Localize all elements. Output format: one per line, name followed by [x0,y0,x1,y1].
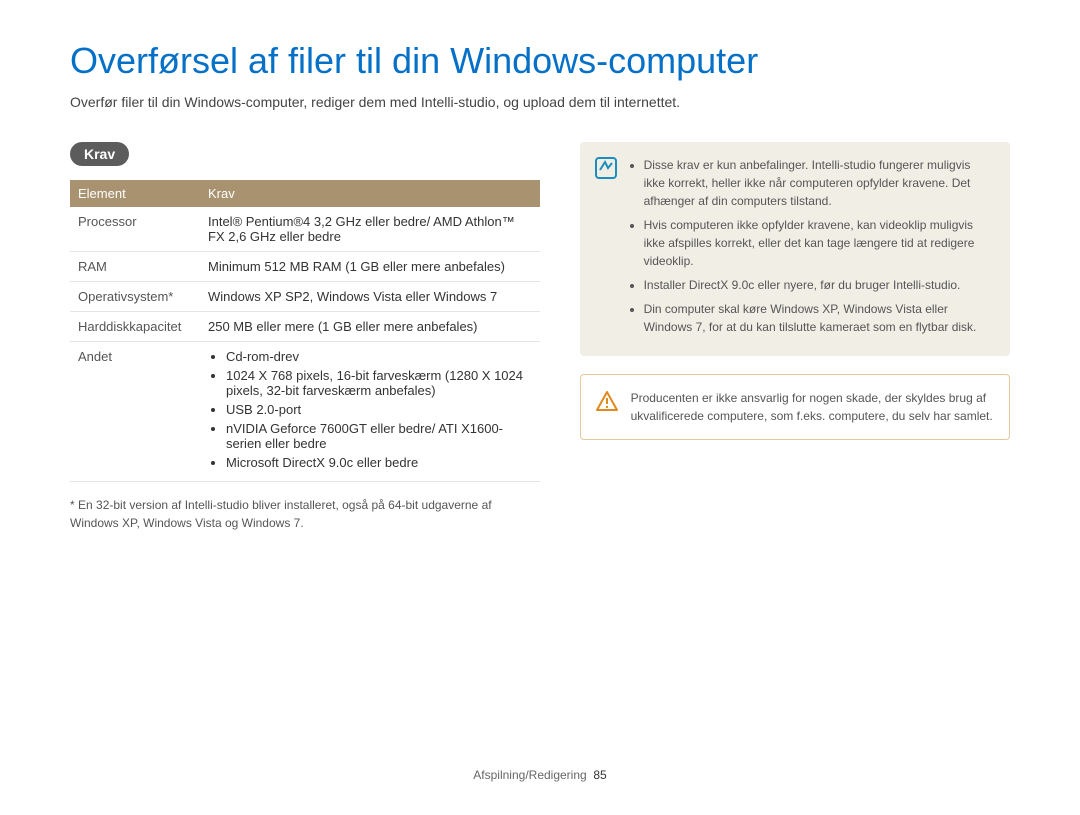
page-footer: Afspilning/Redigering 85 [0,768,1080,782]
info-box: Disse krav er kun anbefalinger. Intelli-… [580,142,1010,356]
cell-value: Minimum 512 MB RAM (1 GB eller mere anbe… [200,252,540,282]
footnote: * En 32-bit version af Intelli-studio bl… [70,496,540,532]
table-row: Harddiskkapacitet 250 MB eller mere (1 G… [70,312,540,342]
list-item: nVIDIA Geforce 7600GT eller bedre/ ATI X… [226,421,532,451]
cell-label: Harddiskkapacitet [70,312,200,342]
cell-label: Processor [70,207,200,252]
requirements-table: Element Krav Processor Intel® Pentium®4 … [70,180,540,482]
table-row: Andet Cd-rom-drev 1024 X 768 pixels, 16-… [70,342,540,482]
note-icon [594,156,618,180]
list-item: Cd-rom-drev [226,349,532,364]
list-item: 1024 X 768 pixels, 16-bit farveskærm (12… [226,368,532,398]
cell-value: Windows XP SP2, Windows Vista eller Wind… [200,282,540,312]
footer-page-number: 85 [593,768,606,782]
cell-value: Cd-rom-drev 1024 X 768 pixels, 16-bit fa… [200,342,540,482]
left-column: Krav Element Krav Processor Intel® Penti… [70,142,540,532]
warning-text: Producenten er ikke ansvarlig for nogen … [631,391,993,423]
warning-icon [595,389,619,413]
footer-section: Afspilning/Redigering [473,768,586,782]
page-title: Overførsel af filer til din Windows-comp… [70,40,1010,82]
intro-text: Overfør filer til din Windows-computer, … [70,94,1010,110]
table-row: RAM Minimum 512 MB RAM (1 GB eller mere … [70,252,540,282]
list-item: USB 2.0-port [226,402,532,417]
cell-value: Intel® Pentium®4 3,2 GHz eller bedre/ AM… [200,207,540,252]
th-element: Element [70,180,200,207]
right-column: Disse krav er kun anbefalinger. Intelli-… [580,142,1010,532]
section-badge: Krav [70,142,129,166]
cell-label: Operativsystem* [70,282,200,312]
cell-label: Andet [70,342,200,482]
warning-box: Producenten er ikke ansvarlig for nogen … [580,374,1010,440]
info-item: Disse krav er kun anbefalinger. Intelli-… [644,156,994,210]
table-row: Operativsystem* Windows XP SP2, Windows … [70,282,540,312]
cell-label: RAM [70,252,200,282]
info-item: Hvis computeren ikke opfylder kravene, k… [644,216,994,270]
info-item: Din computer skal køre Windows XP, Windo… [644,300,994,336]
cell-value: 250 MB eller mere (1 GB eller mere anbef… [200,312,540,342]
table-row: Processor Intel® Pentium®4 3,2 GHz eller… [70,207,540,252]
list-item: Microsoft DirectX 9.0c eller bedre [226,455,532,470]
info-item: Installer DirectX 9.0c eller nyere, før … [644,276,994,294]
th-req: Krav [200,180,540,207]
